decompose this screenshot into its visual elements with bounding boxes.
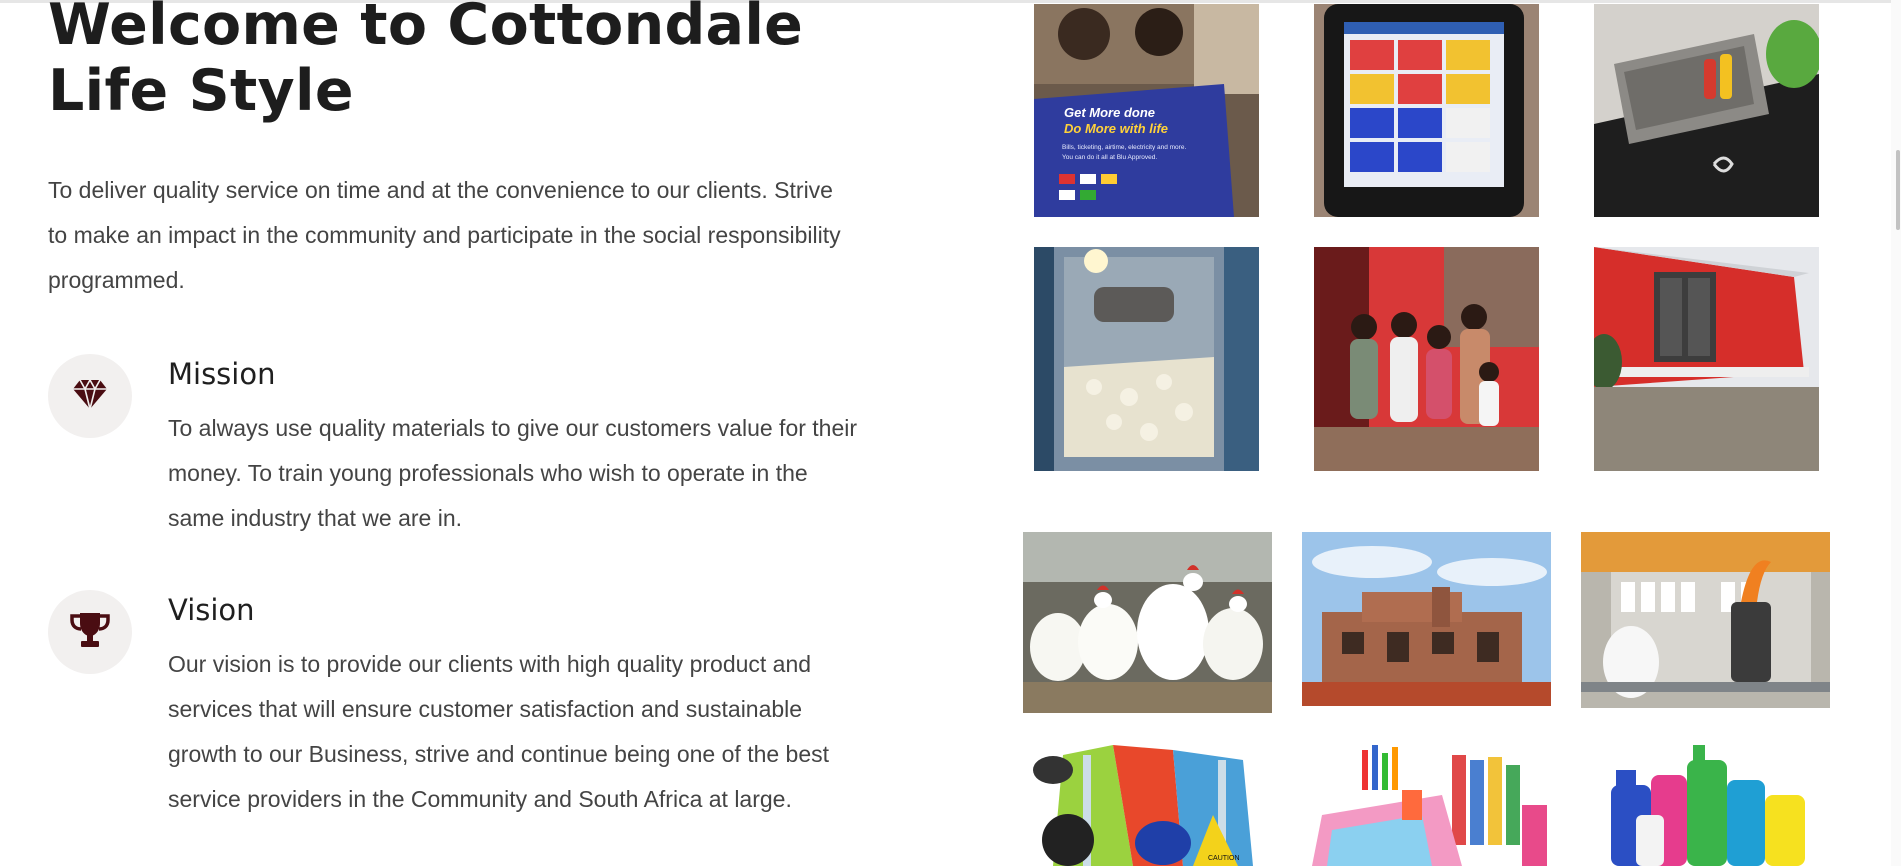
trophy-icon [69, 611, 111, 654]
poster-line-3: Bills, ticketing, airtime, electricity a… [1062, 144, 1186, 151]
family-group-photo[interactable] [1314, 247, 1539, 471]
page-scrollbar[interactable] [1891, 0, 1901, 866]
vision-badge [48, 590, 132, 674]
mission-text: To always use quality materials to give … [168, 415, 858, 531]
scrollbar-thumb[interactable] [1896, 150, 1900, 230]
tablet-app-photo[interactable] [1314, 4, 1539, 217]
vision-text: Our vision is to provide our clients wit… [168, 651, 830, 812]
cleaning-products-photo[interactable] [1581, 735, 1830, 866]
promo-poster-photo[interactable]: Get More done Do More with life Bills, t… [1034, 4, 1259, 217]
vision-title: Vision [168, 593, 255, 627]
brick-house-photo[interactable] [1302, 532, 1551, 706]
poster-line-1: Get More done [1064, 105, 1155, 120]
page-title: Welcome to Cottondale Life Style [48, 0, 804, 124]
mission-title: Mission [168, 357, 276, 391]
popcorn-machine-photo[interactable] [1034, 247, 1259, 471]
mission-badge [48, 354, 132, 438]
poster-line-4: You can do it all at Blu Approved. [1062, 154, 1157, 161]
kitchen-counter-photo[interactable] [1594, 4, 1819, 217]
stationery-photo[interactable] [1302, 735, 1551, 866]
caution-sign-text: CAUTION [1208, 855, 1240, 862]
chickens-photo[interactable] [1023, 532, 1272, 713]
electrician-photo[interactable] [1581, 532, 1830, 708]
intro-text: To deliver quality service on time and a… [48, 177, 841, 293]
red-house-photo[interactable] [1594, 247, 1819, 471]
safety-gear-photo[interactable]: CAUTION [1023, 735, 1272, 866]
poster-line-2: Do More with life [1064, 121, 1168, 136]
diamond-icon [72, 377, 108, 415]
